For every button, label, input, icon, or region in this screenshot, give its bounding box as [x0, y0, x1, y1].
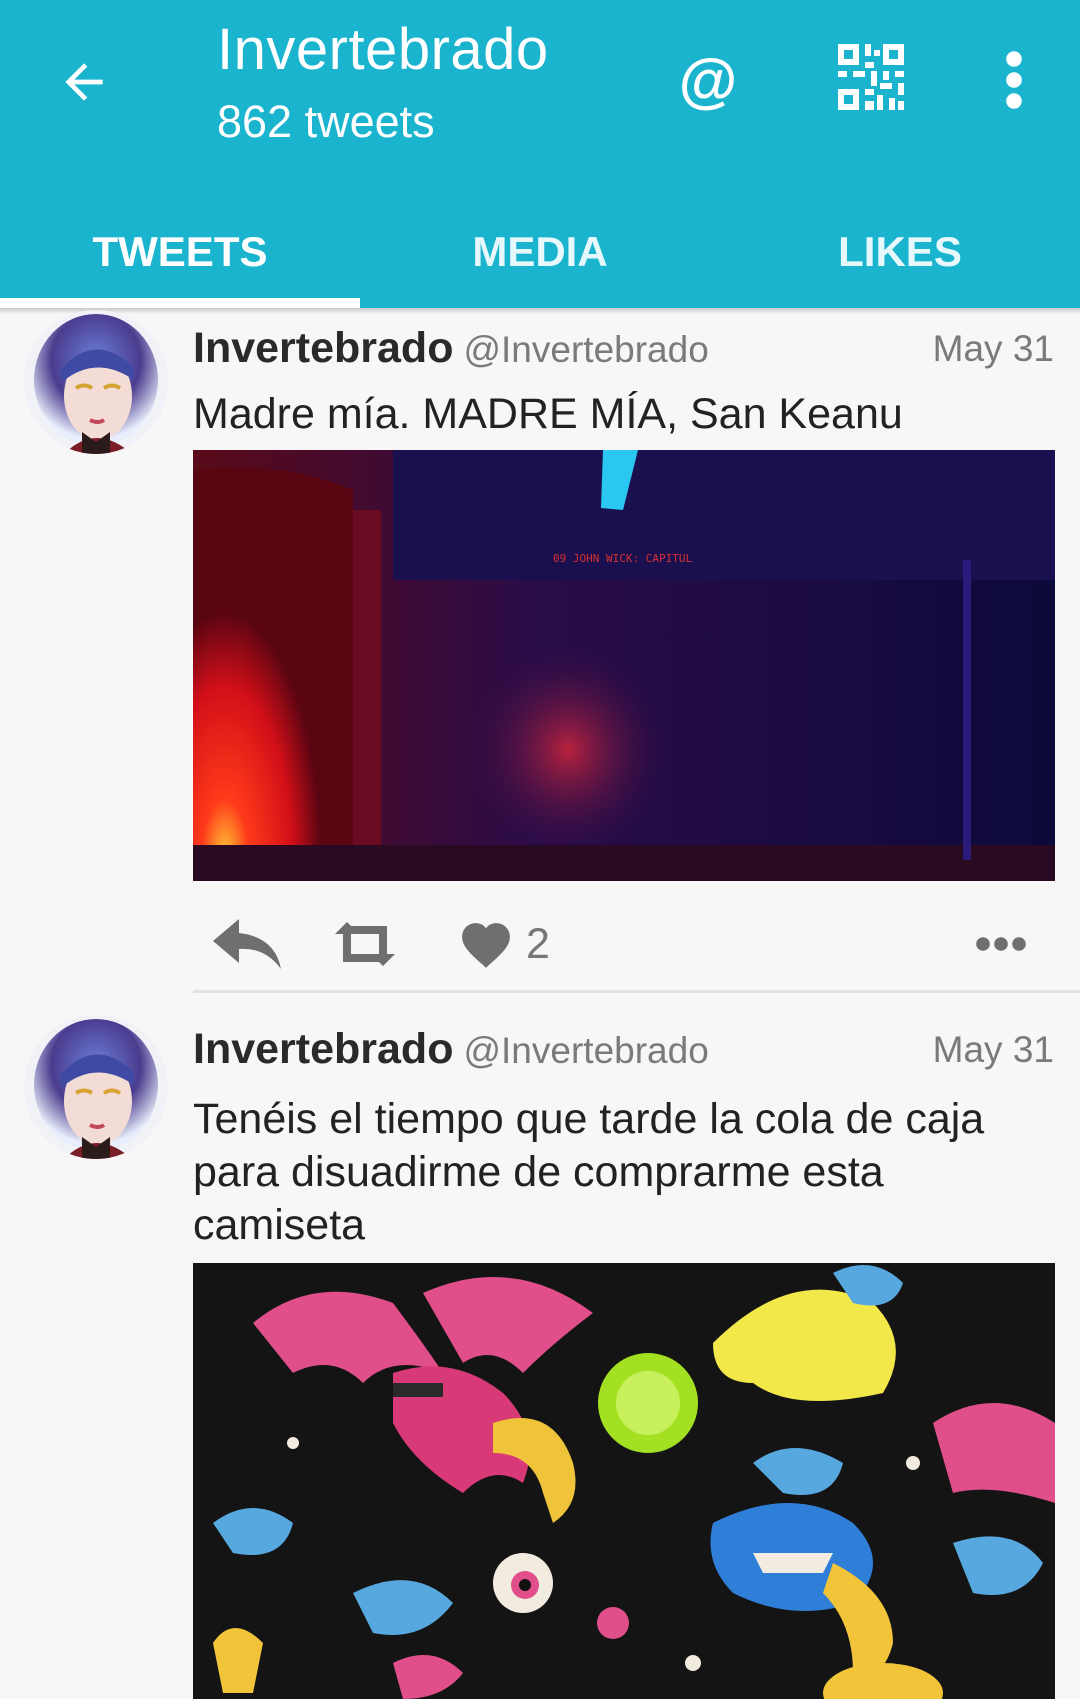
more-vertical-icon [1006, 51, 1022, 109]
app-bar: Invertebrado 862 tweets @ TWEETS MEDIA L… [0, 0, 1080, 308]
tweet-date: May 31 [932, 1029, 1054, 1070]
profile-tabs: TWEETS MEDIA LIKES [0, 196, 1080, 308]
tweet-item[interactable]: Invertebrado @Invertebrado May 31 Tenéis … [0, 1015, 1080, 1699]
more-options-button[interactable] [975, 904, 1027, 984]
retweet-button[interactable] [331, 904, 399, 984]
author-line: Invertebrado @Invertebrado [193, 324, 709, 373]
tweet-text: Madre mía. MADRE MÍA, San Keanu [193, 390, 903, 438]
like-count: 2 [526, 919, 550, 968]
avatar[interactable] [24, 1015, 168, 1159]
author-line: Invertebrado @Invertebrado [193, 1025, 709, 1074]
overflow-menu-button[interactable] [990, 44, 1038, 116]
tweet-divider [193, 990, 1080, 993]
like-button[interactable]: 2 [458, 904, 550, 984]
reply-icon [213, 919, 281, 969]
back-button[interactable] [50, 48, 118, 116]
mention-button[interactable]: @ [672, 40, 744, 120]
tab-tweets[interactable]: TWEETS [0, 196, 360, 308]
sign-text: 09 JOHN WICK: CAPITUL [553, 552, 692, 565]
at-icon: @ [678, 46, 738, 114]
qr-code-icon [838, 44, 904, 110]
reply-button[interactable] [213, 904, 281, 984]
author-name[interactable]: Invertebrado [193, 1025, 453, 1073]
tweet-count: 862 tweets [217, 96, 435, 147]
tab-media[interactable]: MEDIA [360, 196, 720, 308]
more-horizontal-icon [976, 937, 1026, 951]
retweet-icon [335, 922, 395, 966]
author-handle[interactable]: @Invertebrado [463, 329, 708, 370]
tweet-actions: 2 [193, 904, 1055, 984]
tweet-date: May 31 [932, 328, 1054, 369]
tweet-text: Tenéis el tiempo que tarde la cola de ca… [193, 1095, 985, 1249]
tweet-media-image[interactable]: 09 JOHN WICK: CAPITUL [193, 450, 1055, 881]
tweet-item[interactable]: Invertebrado @Invertebrado May 31 Madre m… [0, 308, 1080, 993]
heart-icon [462, 923, 510, 968]
profile-title: Invertebrado [217, 17, 549, 82]
qr-code-button[interactable] [838, 44, 910, 116]
author-name[interactable]: Invertebrado [193, 324, 453, 372]
avatar[interactable] [24, 310, 168, 454]
author-handle[interactable]: @Invertebrado [463, 1030, 708, 1071]
back-arrow-icon [65, 63, 103, 101]
tab-likes[interactable]: LIKES [720, 196, 1080, 308]
tweet-media-image[interactable] [193, 1263, 1055, 1699]
